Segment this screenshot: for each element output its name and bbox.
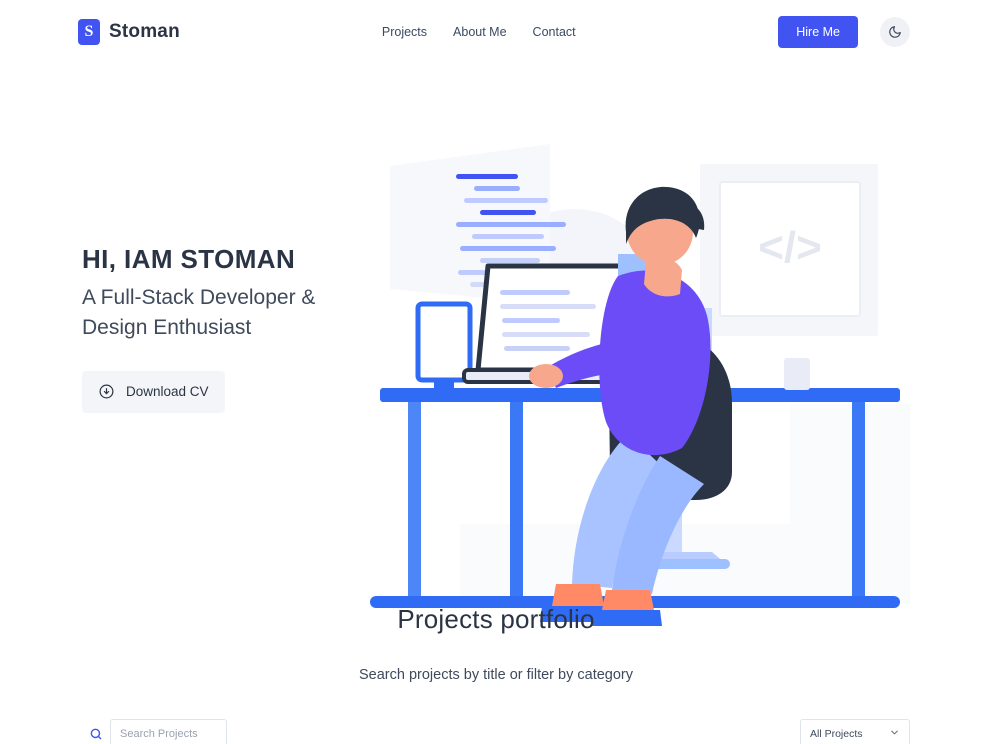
theme-toggle-button[interactable]	[880, 17, 910, 47]
projects-filter-row: All Projects	[0, 719, 992, 744]
projects-section-subtitle: Search projects by title or filter by ca…	[358, 667, 633, 683]
projects-section-title: Projects portfolio	[397, 604, 595, 634]
download-cv-button[interactable]: Download CV	[82, 370, 225, 413]
search-icon[interactable]	[82, 720, 110, 744]
header-actions: Hire Me	[778, 0, 910, 64]
projects-section: Projects portfolio Search projects by ti…	[0, 604, 992, 744]
moon-icon	[888, 25, 902, 39]
download-cv-label: Download CV	[126, 384, 209, 400]
download-circle-icon	[98, 383, 115, 400]
main-nav: Projects About Me Contact	[380, 21, 578, 43]
project-search	[82, 719, 227, 744]
hire-me-button[interactable]: Hire Me	[778, 16, 858, 48]
nav-item-projects[interactable]: Projects	[380, 21, 429, 43]
brand-logo-icon: S	[78, 19, 100, 45]
chevron-down-icon	[889, 725, 900, 743]
hero-illustration: </>	[360, 104, 920, 634]
hero-section: Hi, iam Stoman A Full-Stack Developer & …	[0, 64, 992, 626]
nav-item-contact[interactable]: Contact	[531, 21, 578, 43]
site-header: S Stoman Projects About Me Contact Hire …	[0, 0, 992, 64]
page-root: S Stoman Projects About Me Contact Hire …	[0, 0, 992, 744]
brand-name: Stoman	[109, 21, 180, 42]
category-filter-value: All Projects	[810, 728, 863, 740]
brand[interactable]: S Stoman	[78, 19, 180, 45]
search-input[interactable]	[110, 719, 227, 744]
nav-item-about-me[interactable]: About Me	[451, 21, 509, 43]
hero-subtitle: A Full-Stack Developer & Design Enthusia…	[82, 286, 316, 339]
category-filter-select[interactable]: All Projects	[800, 719, 910, 744]
svg-text:</>: </>	[758, 223, 822, 272]
